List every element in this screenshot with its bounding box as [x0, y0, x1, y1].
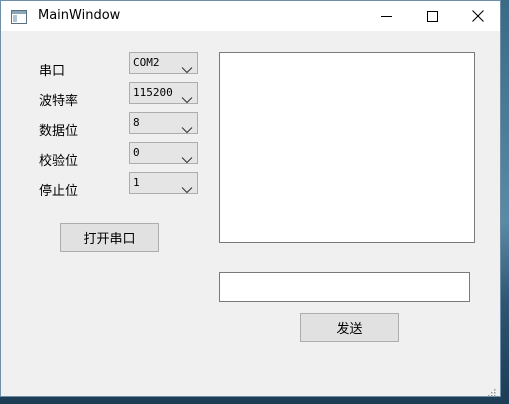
maximize-icon [426, 7, 438, 26]
maximize-button[interactable] [409, 1, 455, 31]
resize-grip-icon[interactable] [486, 382, 496, 397]
databits-label: 数据位 [39, 124, 79, 139]
baud-combobox[interactable]: 115200 [129, 82, 198, 104]
databits-combobox[interactable]: 8 [129, 112, 198, 134]
chevron-down-icon [181, 119, 193, 134]
baud-value: 115200 [133, 86, 173, 99]
close-button[interactable] [455, 1, 501, 31]
port-combobox[interactable]: COM2 [129, 52, 198, 74]
open-port-button[interactable]: 打开串口 [60, 223, 159, 252]
parity-combobox[interactable]: 0 [129, 142, 198, 164]
receive-textarea[interactable] [219, 52, 475, 243]
send-input[interactable] [219, 272, 470, 302]
close-icon [472, 7, 484, 26]
minimize-button[interactable] [363, 1, 409, 31]
baud-label: 波特率 [39, 94, 79, 109]
send-button[interactable]: 发送 [300, 313, 399, 342]
stopbits-value: 1 [133, 176, 140, 189]
minimize-icon [380, 7, 392, 26]
chevron-down-icon [181, 149, 193, 164]
port-label: 串口 [39, 64, 66, 79]
window-title: MainWindow [38, 8, 121, 23]
chevron-down-icon [181, 59, 193, 74]
app-window-icon [11, 9, 27, 24]
main-window: MainWindow 串口 COM2 波特率 115200 数据位 8 校验位 … [0, 0, 501, 397]
stopbits-combobox[interactable]: 1 [129, 172, 198, 194]
stopbits-label: 停止位 [39, 184, 79, 199]
chevron-down-icon [181, 89, 193, 104]
port-value: COM2 [133, 56, 160, 69]
databits-value: 8 [133, 116, 140, 129]
parity-value: 0 [133, 146, 140, 159]
title-bar[interactable]: MainWindow [1, 1, 500, 31]
parity-label: 校验位 [39, 154, 79, 169]
chevron-down-icon [181, 179, 193, 194]
